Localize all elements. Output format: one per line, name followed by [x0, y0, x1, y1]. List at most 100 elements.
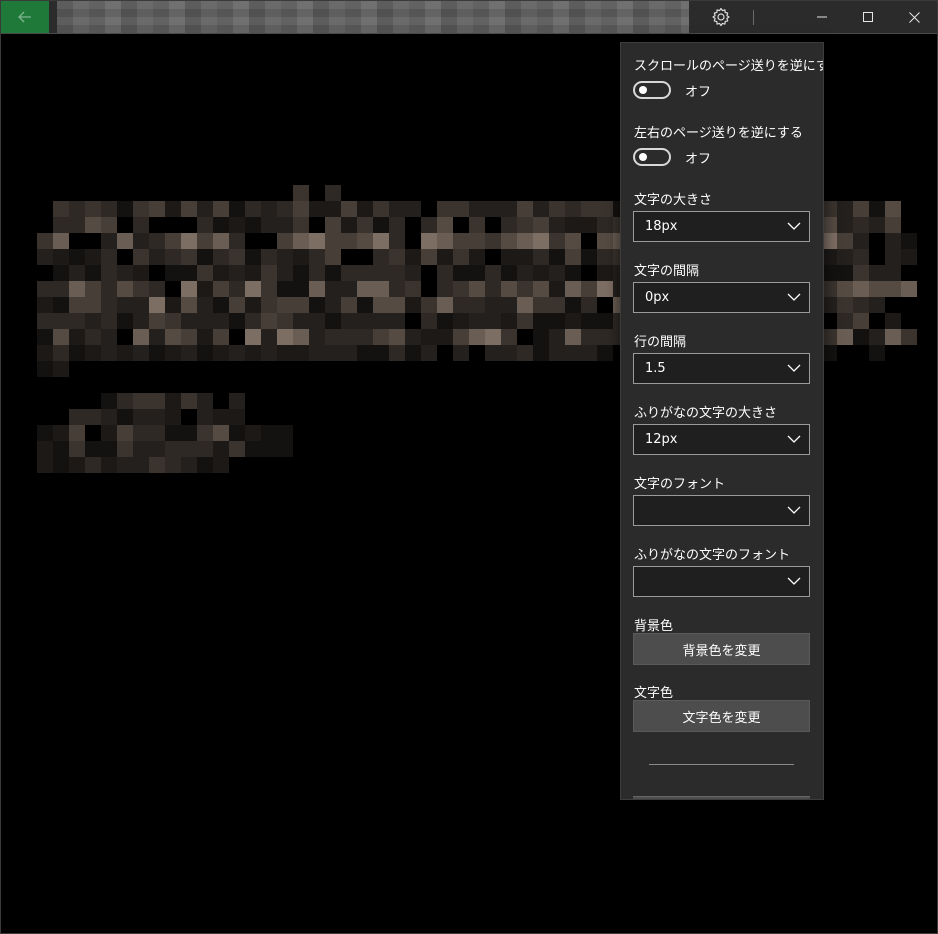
mosaic-cell: [293, 345, 309, 361]
mosaic-cell: [85, 281, 101, 297]
mosaic-cell: [405, 265, 421, 281]
reverse-scroll-toggle[interactable]: [633, 81, 671, 99]
mosaic-cell: [101, 457, 117, 473]
mosaic-cell: [149, 329, 165, 345]
mosaic-cell: [293, 185, 309, 201]
mosaic-cell: [277, 233, 293, 249]
change-bg-color-button[interactable]: 背景色を変更: [633, 633, 810, 665]
line-spacing-select[interactable]: 1.5: [633, 353, 810, 384]
mosaic-cell: [341, 265, 357, 281]
mosaic-cell: [597, 233, 613, 249]
mosaic-cell: [597, 265, 613, 281]
mosaic-cell: [69, 345, 85, 361]
mosaic-cell: [549, 329, 565, 345]
mosaic-cell: [533, 313, 549, 329]
mosaic-cell: [501, 217, 517, 233]
mosaic-cell: [309, 233, 325, 249]
mosaic-cell: [373, 201, 389, 217]
mosaic-cell: [149, 249, 165, 265]
mosaic-cell: [901, 233, 917, 249]
mosaic-cell: [453, 281, 469, 297]
mosaic-cell: [293, 201, 309, 217]
settings-button[interactable]: [701, 1, 741, 33]
mosaic-cell: [549, 201, 565, 217]
font-size-select[interactable]: 18px: [633, 211, 810, 242]
close-button[interactable]: [891, 1, 937, 33]
mosaic-cell: [37, 425, 53, 441]
mosaic-cell: [453, 201, 469, 217]
mosaic-cell: [181, 393, 197, 409]
mosaic-cell: [469, 329, 485, 345]
mosaic-cell: [149, 233, 165, 249]
mosaic-cell: [501, 281, 517, 297]
mosaic-cell: [325, 329, 341, 345]
mosaic-cell: [341, 233, 357, 249]
mosaic-cell: [469, 313, 485, 329]
mosaic-cell: [533, 329, 549, 345]
mosaic-cell: [69, 297, 85, 313]
mosaic-cell: [245, 441, 261, 457]
mosaic-cell: [533, 217, 549, 233]
maximize-button[interactable]: [845, 1, 891, 33]
mosaic-cell: [133, 265, 149, 281]
mosaic-cell: [485, 345, 501, 361]
mosaic-cell: [837, 265, 853, 281]
back-button[interactable]: [1, 1, 49, 33]
ruby-font-select[interactable]: [633, 566, 810, 597]
reverse-scroll-state: オフ: [685, 85, 712, 100]
mosaic-cell: [277, 265, 293, 281]
mosaic-cell: [181, 249, 197, 265]
mosaic-cell: [69, 313, 85, 329]
mosaic-cell: [325, 217, 341, 233]
mosaic-cell: [181, 265, 197, 281]
mosaic-cell: [229, 233, 245, 249]
mosaic-cell: [501, 233, 517, 249]
mosaic-cell: [149, 457, 165, 473]
change-text-color-button[interactable]: 文字色を変更: [633, 700, 810, 732]
mosaic-cell: [469, 249, 485, 265]
mosaic-cell: [197, 345, 213, 361]
mosaic-cell: [869, 329, 885, 345]
mosaic-cell: [133, 249, 149, 265]
mosaic-cell: [213, 281, 229, 297]
chevron-down-icon: [787, 293, 801, 301]
mosaic-cell: [853, 313, 869, 329]
mosaic-cell: [437, 265, 453, 281]
mosaic-cell: [869, 217, 885, 233]
letter-spacing-select[interactable]: 0px: [633, 282, 810, 313]
mosaic-cell: [37, 233, 53, 249]
mosaic-cell: [357, 345, 373, 361]
gear-icon: [712, 7, 730, 27]
mosaic-cell: [53, 281, 69, 297]
mosaic-cell: [245, 217, 261, 233]
mosaic-cell: [853, 249, 869, 265]
reverse-lr-toggle[interactable]: [633, 148, 671, 166]
mosaic-cell: [53, 233, 69, 249]
mosaic-cell: [53, 217, 69, 233]
mosaic-cell: [277, 329, 293, 345]
mosaic-cell: [261, 217, 277, 233]
mosaic-cell: [277, 297, 293, 313]
mosaic-cell: [325, 265, 341, 281]
mosaic-cell: [389, 201, 405, 217]
font-select[interactable]: [633, 495, 810, 526]
mosaic-cell: [837, 201, 853, 217]
mosaic-cell: [501, 249, 517, 265]
chevron-down-icon: [787, 577, 801, 585]
mosaic-cell: [837, 297, 853, 313]
mosaic-cell: [213, 425, 229, 441]
mosaic-cell: [53, 361, 69, 377]
mosaic-cell: [101, 233, 117, 249]
mosaic-cell: [117, 313, 133, 329]
mosaic-cell: [837, 313, 853, 329]
mosaic-cell: [325, 313, 341, 329]
mosaic-cell: [325, 185, 341, 201]
ruby-size-select[interactable]: 12px: [633, 424, 810, 455]
mosaic-cell: [453, 265, 469, 281]
mosaic-cell: [309, 281, 325, 297]
minimize-button[interactable]: [799, 1, 845, 33]
mosaic-cell: [197, 313, 213, 329]
partially-visible-button[interactable]: [633, 796, 810, 799]
mosaic-cell: [533, 201, 549, 217]
mosaic-cell: [501, 329, 517, 345]
